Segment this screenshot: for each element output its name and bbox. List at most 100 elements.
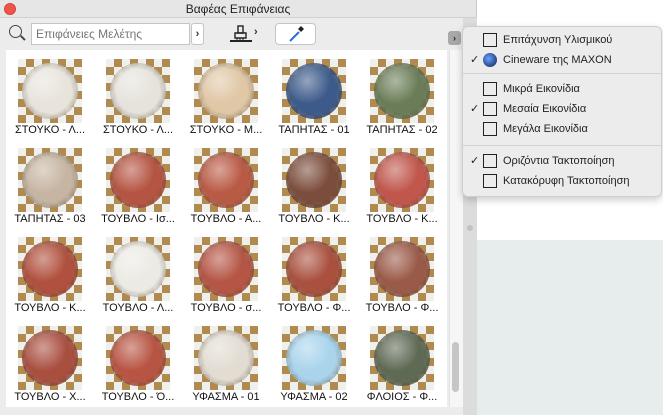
- material-item[interactable]: ΤΟΥΒΛΟ - Ισ...: [94, 141, 182, 230]
- material-item[interactable]: ΤΟΥΒΛΟ - σ...: [182, 230, 270, 319]
- grid-icon: [483, 102, 497, 116]
- material-item[interactable]: ΤΟΥΒΛΟ - Χ...: [6, 319, 94, 407]
- material-label: ΤΟΥΒΛΟ - Κ...: [278, 213, 350, 225]
- checkmark-icon: ✓: [470, 54, 480, 66]
- paint-brush-icon[interactable]: [229, 24, 253, 44]
- material-label: ΤΑΠΗΤΑΣ - 01: [278, 124, 350, 136]
- materials-grid: ΣΤΟΥΚΟ - Λ... ΣΤΟΥΚΟ - Λ... ΣΤΟΥΚΟ - Μ... Τ…: [6, 50, 447, 407]
- list-icon: [483, 82, 497, 96]
- checkmark-icon: ✓: [470, 155, 480, 167]
- menu-item-label: Κατακόρυφη Τακτοποίηση: [503, 175, 630, 187]
- material-sphere: [22, 63, 78, 119]
- material-thumbnail: [106, 59, 170, 123]
- material-item[interactable]: ΤΑΠΗΤΑΣ - 01: [270, 52, 358, 141]
- material-item[interactable]: ΤΟΥΒΛΟ - Κ...: [358, 141, 446, 230]
- material-thumbnail: [18, 59, 82, 123]
- menu-separator: [463, 73, 661, 74]
- menu-item[interactable]: Κατακόρυφη Τακτοποίηση: [463, 171, 661, 191]
- vertical-scrollbar[interactable]: [449, 50, 463, 407]
- close-button[interactable]: [4, 3, 16, 15]
- material-sphere: [110, 330, 166, 386]
- material-thumbnail: [282, 59, 346, 123]
- menu-item-label: Cineware της MAXON: [503, 54, 612, 66]
- options-menu-button[interactable]: ›: [448, 31, 461, 45]
- material-thumbnail: [106, 237, 170, 301]
- material-label: ΤΟΥΒΛΟ - Φ...: [365, 302, 439, 314]
- material-thumbnail: [18, 237, 82, 301]
- material-thumbnail: [194, 59, 258, 123]
- brush-chevron-icon[interactable]: ›: [254, 26, 258, 38]
- split-horizontal-icon: [483, 154, 497, 168]
- menu-item[interactable]: Μεγάλα Εικονίδια: [463, 119, 661, 139]
- material-thumbnail: [282, 237, 346, 301]
- material-sphere: [22, 152, 78, 208]
- material-label: ΥΦΑΣΜΑ - 02: [280, 391, 348, 403]
- material-item[interactable]: ΥΦΑΣΜΑ - 01: [182, 319, 270, 407]
- background-area: [477, 240, 663, 415]
- eyedropper-icon: [289, 26, 304, 42]
- menu-item[interactable]: Επιτάχυνση Υλισμικού: [463, 30, 661, 50]
- search-input[interactable]: [31, 23, 190, 45]
- toolbar: › ›: [0, 18, 463, 50]
- menu-item-label: Οριζόντια Τακτοποίηση: [503, 155, 615, 167]
- menu-item[interactable]: ✓ Cineware της MAXON: [463, 50, 661, 70]
- material-sphere: [374, 241, 430, 297]
- search-icon[interactable]: [9, 25, 22, 38]
- material-sphere: [110, 63, 166, 119]
- large-icon: [483, 122, 497, 136]
- material-item[interactable]: ΣΤΟΥΚΟ - Λ...: [6, 52, 94, 141]
- material-thumbnail: [106, 326, 170, 390]
- search-options-button[interactable]: ›: [191, 23, 204, 45]
- material-label: ΤΟΥΒΛΟ - Ισ...: [101, 213, 175, 225]
- material-item[interactable]: ΣΤΟΥΚΟ - Μ...: [182, 52, 270, 141]
- material-item[interactable]: ΣΤΟΥΚΟ - Λ...: [94, 52, 182, 141]
- material-label: ΣΤΟΥΚΟ - Μ...: [189, 124, 263, 136]
- options-menu: Επιτάχυνση Υλισμικού ✓ Cineware της MAXON Μ…: [462, 26, 662, 197]
- material-label: ΤΟΥΒΛΟ - Α...: [190, 213, 262, 225]
- material-item[interactable]: ΤΑΠΗΤΑΣ - 03: [6, 141, 94, 230]
- material-label: ΤΑΠΗΤΑΣ - 03: [14, 213, 86, 225]
- material-thumbnail: [370, 237, 434, 301]
- material-thumbnail: [194, 237, 258, 301]
- material-thumbnail: [282, 326, 346, 390]
- material-label: ΤΟΥΒΛΟ - Κ...: [366, 213, 438, 225]
- material-item[interactable]: ΤΟΥΒΛΟ - Ό...: [94, 319, 182, 407]
- scrollbar-thumb[interactable]: [452, 342, 459, 392]
- material-item[interactable]: ΤΟΥΒΛΟ - Φ...: [270, 230, 358, 319]
- material-sphere: [198, 152, 254, 208]
- menu-item-label: Μεσαία Εικονίδια: [503, 103, 587, 115]
- menu-item[interactable]: ✓ Οριζόντια Τακτοποίηση: [463, 151, 661, 171]
- material-item[interactable]: ΤΟΥΒΛΟ - Κ...: [6, 230, 94, 319]
- cube-icon: [483, 33, 497, 47]
- material-item[interactable]: ΤΟΥΒΛΟ - Κ...: [270, 141, 358, 230]
- material-item[interactable]: ΤΟΥΒΛΟ - Φ...: [358, 230, 446, 319]
- cineware-logo-icon: [483, 53, 497, 67]
- material-thumbnail: [194, 148, 258, 212]
- material-sphere: [286, 152, 342, 208]
- splitter-handle[interactable]: [467, 225, 473, 231]
- surface-painter-window: Βαφέας Επιφάνειας › › ΣΤΟΥΚΟ - Λ...ΣΤΟΥΚ…: [0, 0, 477, 415]
- material-label: ΦΛΟΙΟΣ - Φ...: [366, 391, 438, 403]
- material-thumbnail: [106, 148, 170, 212]
- material-thumbnail: [18, 148, 82, 212]
- menu-item[interactable]: Μικρά Εικονίδια: [463, 79, 661, 99]
- material-sphere: [198, 330, 254, 386]
- material-sphere: [110, 152, 166, 208]
- material-item[interactable]: ΤΑΠΗΤΑΣ - 02: [358, 52, 446, 141]
- material-item[interactable]: ΥΦΑΣΜΑ - 02: [270, 319, 358, 407]
- material-label: ΤΟΥΒΛΟ - Χ...: [14, 391, 86, 403]
- material-label: ΤΟΥΒΛΟ - σ...: [190, 302, 262, 314]
- menu-item[interactable]: ✓ Μεσαία Εικονίδια: [463, 99, 661, 119]
- material-sphere: [286, 330, 342, 386]
- material-sphere: [286, 241, 342, 297]
- material-item[interactable]: ΤΟΥΒΛΟ - Α...: [182, 141, 270, 230]
- material-sphere: [374, 152, 430, 208]
- eyedropper-button[interactable]: [275, 23, 316, 45]
- material-item[interactable]: ΦΛΟΙΟΣ - Φ...: [358, 319, 446, 407]
- material-thumbnail: [370, 59, 434, 123]
- material-item[interactable]: ΤΟΥΒΛΟ - Λ...: [94, 230, 182, 319]
- material-sphere: [374, 63, 430, 119]
- material-thumbnail: [282, 148, 346, 212]
- material-label: ΤΟΥΒΛΟ - Ό...: [101, 391, 175, 403]
- material-sphere: [374, 330, 430, 386]
